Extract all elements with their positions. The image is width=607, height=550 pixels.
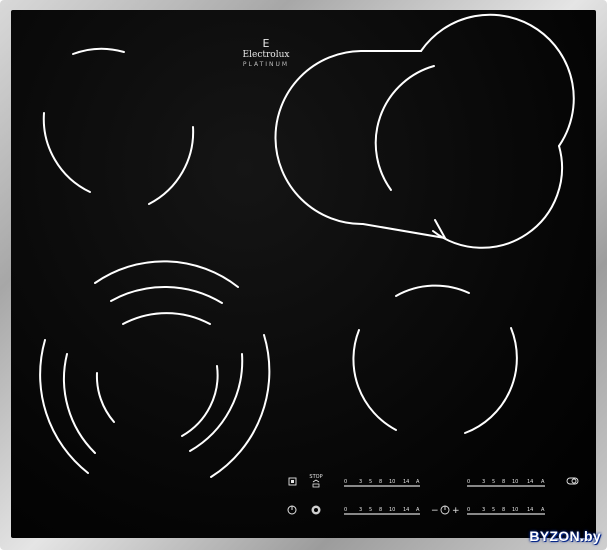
slider-tick: 14: [403, 479, 409, 485]
slider-tick: 10: [389, 479, 395, 485]
timer-icon: [440, 505, 450, 515]
cooking-zone-front-left-triple: [39, 260, 271, 478]
slider-tick: A: [416, 507, 420, 513]
cooking-zone-front-right: [352, 284, 518, 434]
timer-controls[interactable]: − +: [431, 505, 460, 516]
oval-zone-icon[interactable]: [566, 477, 579, 485]
cooking-zone-rear-right-oval: [274, 13, 575, 249]
timer-minus-button[interactable]: −: [431, 506, 439, 516]
slider-tick: 14: [403, 507, 409, 513]
slider-tick: 10: [512, 507, 518, 513]
bridge-function-icon[interactable]: [311, 505, 321, 515]
slider-tick: 14: [527, 507, 533, 513]
slider-tick: A: [541, 479, 545, 485]
glass-ceramic-surface: E Electrolux PLATINUM STOP 0 3 5 8 10 14…: [11, 10, 596, 538]
slider-tick: 8: [379, 507, 382, 513]
slider-front-right[interactable]: 0 3 5 8 10 14 A: [467, 507, 545, 515]
cooking-zone-rear-left: [42, 47, 195, 205]
slider-tick: A: [416, 479, 420, 485]
slider-front-left[interactable]: 0 3 5 8 10 14 A: [344, 507, 420, 515]
watermark: BYZON.by: [529, 528, 601, 544]
slider-rear-right[interactable]: 0 3 5 8 10 14 A: [467, 479, 545, 487]
slider-scale: 0 3 5 8 10 14 A: [344, 507, 420, 513]
slider-tick: 5: [369, 507, 372, 513]
lock-icon[interactable]: [288, 477, 297, 486]
slider-tick: 3: [482, 507, 485, 513]
slider-tick: 14: [527, 479, 533, 485]
slider-tick: 10: [512, 479, 518, 485]
slider-tick: 0: [344, 507, 347, 513]
slider-tick: 5: [369, 479, 372, 485]
stop-label: STOP: [309, 474, 322, 480]
slider-tick: 10: [389, 507, 395, 513]
slider-tick: 5: [492, 479, 495, 485]
slider-rear-left[interactable]: 0 3 5 8 10 14 A: [344, 479, 420, 487]
slider-tick: 5: [492, 507, 495, 513]
slider-tick: 3: [482, 479, 485, 485]
slider-tick: A: [541, 507, 545, 513]
slider-tick: 3: [359, 479, 362, 485]
slider-scale: 0 3 5 8 10 14 A: [344, 479, 420, 485]
slider-tick: 0: [467, 507, 470, 513]
slider-scale: 0 3 5 8 10 14 A: [467, 479, 545, 485]
slider-tick: 0: [344, 479, 347, 485]
slider-tick: 3: [359, 507, 362, 513]
slider-tick: 0: [467, 479, 470, 485]
timer-plus-button[interactable]: +: [452, 506, 460, 516]
slider-scale: 0 3 5 8 10 14 A: [467, 507, 545, 513]
slider-tick: 8: [502, 479, 505, 485]
power-icon[interactable]: [287, 505, 297, 515]
slider-tick: 8: [379, 479, 382, 485]
slider-tick: 8: [502, 507, 505, 513]
cooktop-markings: STOP 0 3 5 8 10 14 A 0 3 5 8 10 14 A 0 3…: [39, 13, 579, 516]
control-panel: STOP 0 3 5 8 10 14 A 0 3 5 8 10 14 A 0 3…: [287, 474, 579, 516]
stop-go-icon[interactable]: [312, 479, 320, 488]
